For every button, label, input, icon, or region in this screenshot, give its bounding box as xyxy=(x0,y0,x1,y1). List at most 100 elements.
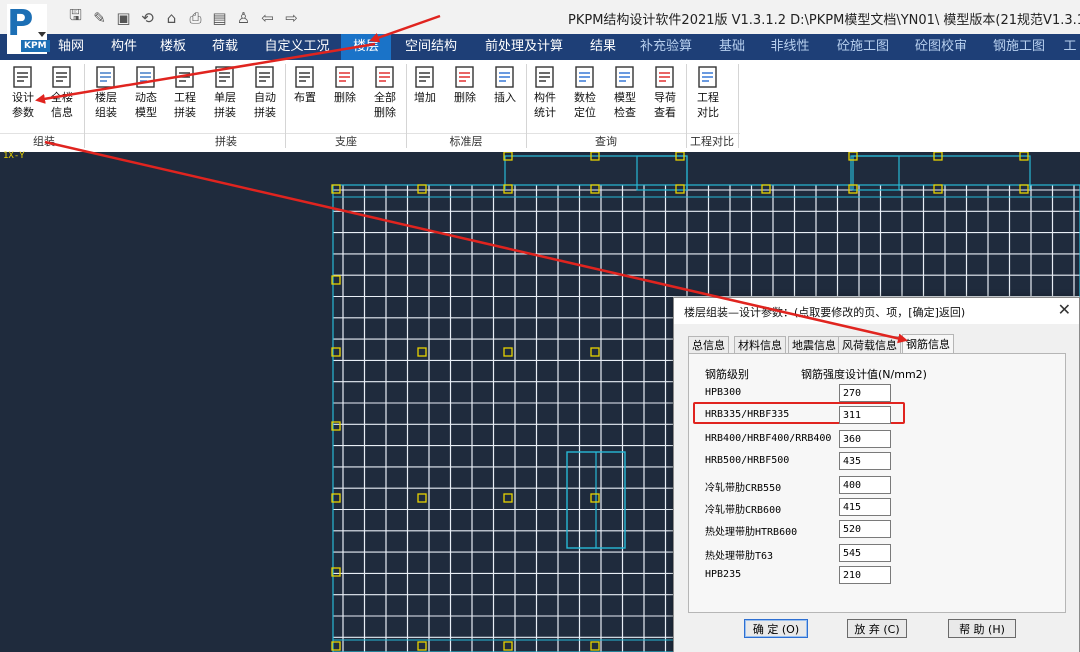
column-node xyxy=(590,493,600,503)
title-bar: 🖫 ✎ ▣ ⟲ ⌂ ⎙ ▤ ♙ ⇦ ⇨ PKPM结构设计软件2021版 V1.3.1.2 D:\P… xyxy=(0,0,1080,34)
menu-item-10[interactable]: 基础 xyxy=(707,34,757,60)
design-params-icon xyxy=(10,64,36,90)
rebar-strength-input[interactable]: 545 xyxy=(839,544,891,562)
ribbon-button-14[interactable]: 数检 定位 xyxy=(566,60,604,132)
save-all-icon[interactable]: ▣ xyxy=(114,8,133,27)
rebar-grade-label: 冷轧带肋CRB600 xyxy=(705,505,782,516)
print-icon[interactable]: ⎙ xyxy=(186,8,205,27)
ribbon-button-15[interactable]: 模型 检查 xyxy=(606,60,644,132)
menu-item-6[interactable]: 空间结构 xyxy=(396,34,466,60)
dialog-title: 楼层组装—设计参数：(点取要修改的页、项，[确定]返回) xyxy=(684,306,966,319)
menu-item-13[interactable]: 砼图校审 xyxy=(903,34,979,60)
save-as-icon[interactable]: ✎ xyxy=(90,8,109,27)
ribbon-button-label: 对比 xyxy=(697,106,719,119)
tab-4[interactable]: 钢筋信息 xyxy=(902,334,954,354)
cancel-button[interactable]: 放 弃 (C) xyxy=(847,619,907,638)
rebar-strength-input[interactable]: 435 xyxy=(839,452,891,470)
ribbon-button-1[interactable]: 全楼 信息 xyxy=(43,60,81,132)
menu-item-14[interactable]: 钢施工图 xyxy=(982,34,1056,60)
ribbon-group-label: 工程对比 xyxy=(690,135,734,148)
tab-2[interactable]: 地震信息 xyxy=(788,336,840,354)
menu-item-5[interactable]: 楼层 xyxy=(341,34,391,60)
ribbon-button-label: 数检 xyxy=(574,91,596,104)
ribbon-button-label: 工程 xyxy=(174,91,196,104)
project-compare-icon xyxy=(695,64,721,90)
ribbon-button-2[interactable]: 楼层 组装 xyxy=(87,60,125,132)
rebar-strength-input[interactable]: 360 xyxy=(839,430,891,448)
ribbon-button-17[interactable]: 工程 对比 xyxy=(689,60,727,132)
menu-item-15[interactable]: 工 xyxy=(1060,34,1080,60)
back-icon[interactable]: ⇦ xyxy=(258,8,277,27)
tab-3[interactable]: 风荷载信息 xyxy=(838,336,901,354)
ribbon-button-label: 楼层 xyxy=(95,91,117,104)
close-icon[interactable]: ✕ xyxy=(1058,300,1071,319)
book-icon[interactable]: ▤ xyxy=(210,8,229,27)
menu-item-11[interactable]: 非线性 xyxy=(759,34,821,60)
ribbon-button-label: 删除 xyxy=(334,91,356,104)
save-icon[interactable]: 🖫 xyxy=(66,6,85,27)
ribbon-button-11[interactable]: 删除 xyxy=(446,60,484,132)
home-icon[interactable]: ⌂ xyxy=(162,8,181,27)
column-node xyxy=(590,347,600,357)
menu-item-4[interactable]: 自定义工况 xyxy=(256,34,338,60)
ribbon-button-8[interactable]: 删除 xyxy=(326,60,364,132)
rebar-info-panel: 钢筋级别 钢筋强度设计值(N/mm2) HPB300 270 HRB335/HRBF… xyxy=(688,353,1066,613)
ribbon-button-16[interactable]: 导荷 查看 xyxy=(646,60,684,132)
tab-0[interactable]: 总信息 xyxy=(688,336,729,354)
ribbon: 设计 参数 全楼 信息 楼层 组装 动态 模型 工程 拼装 单层 拼装 自动 拼装 布置 删除 全部 删除 增加 删除… xyxy=(0,60,1080,153)
rebar-strength-input[interactable]: 270 xyxy=(839,384,891,402)
ribbon-button-label: 查看 xyxy=(654,106,676,119)
ribbon-button-9[interactable]: 全部 删除 xyxy=(366,60,404,132)
window-title: PKPM结构设计软件2021版 V1.3.1.2 D:\PKPM模型文档\YN0… xyxy=(568,13,1080,28)
history-icon[interactable]: ⟲ xyxy=(138,8,157,27)
column-node xyxy=(590,641,600,651)
ribbon-button-10[interactable]: 增加 xyxy=(406,60,444,132)
ribbon-button-label: 设计 xyxy=(12,91,34,104)
menu-item-1[interactable]: 构件 xyxy=(101,34,147,60)
tab-1[interactable]: 材料信息 xyxy=(734,336,786,354)
rebar-grade-label: HRB400/HRBF400/RRB400 xyxy=(705,433,832,444)
ribbon-button-0[interactable]: 设计 参数 xyxy=(4,60,42,132)
ribbon-button-label: 单层 xyxy=(214,91,236,104)
menu-item-7[interactable]: 前处理及计算 xyxy=(476,34,572,60)
ribbon-group-separator xyxy=(84,64,85,148)
menu-item-2[interactable]: 楼板 xyxy=(150,34,196,60)
rebar-strength-input[interactable]: 520 xyxy=(839,520,891,538)
rebar-grade-label: 冷轧带肋CRB550 xyxy=(705,483,782,494)
ribbon-button-7[interactable]: 布置 xyxy=(286,60,324,132)
ribbon-button-5[interactable]: 单层 拼装 xyxy=(206,60,244,132)
rebar-grade-label: HRB500/HRBF500 xyxy=(705,455,790,466)
load-view-icon xyxy=(652,64,678,90)
ribbon-button-3[interactable]: 动态 模型 xyxy=(127,60,165,132)
user-icon[interactable]: ♙ xyxy=(234,8,253,27)
ok-button[interactable]: 确 定 (O) xyxy=(744,619,808,638)
rebar-grade-label: 热处理带肋HTRB600 xyxy=(705,527,798,538)
logo-dropdown-icon[interactable] xyxy=(38,32,46,37)
ribbon-button-label: 模型 xyxy=(135,106,157,119)
menu-item-0[interactable]: 轴网 xyxy=(48,34,94,60)
help-button[interactable]: 帮 助 (H) xyxy=(948,619,1016,638)
logo-letter: P xyxy=(7,3,34,44)
column-node xyxy=(417,493,427,503)
ribbon-button-4[interactable]: 工程 拼装 xyxy=(166,60,204,132)
ribbon-button-6[interactable]: 自动 拼装 xyxy=(246,60,284,132)
ribbon-button-13[interactable]: 构件 统计 xyxy=(526,60,564,132)
ribbon-button-label: 模型 xyxy=(614,91,636,104)
pkpm-logo[interactable]: P KPM xyxy=(7,3,50,54)
column-node xyxy=(417,184,427,194)
menu-item-8[interactable]: 结果 xyxy=(576,34,630,60)
rebar-strength-input[interactable]: 311 xyxy=(839,406,891,424)
menu-item-12[interactable]: 砼施工图 xyxy=(826,34,900,60)
project-splice-icon xyxy=(172,64,198,90)
rebar-strength-input[interactable]: 400 xyxy=(839,476,891,494)
menu-item-3[interactable]: 荷载 xyxy=(202,34,248,60)
menu-item-9[interactable]: 补充验算 xyxy=(630,34,702,60)
ribbon-button-label: 组装 xyxy=(95,106,117,119)
ribbon-group-label: 组装 xyxy=(33,135,55,148)
rebar-strength-input[interactable]: 210 xyxy=(839,566,891,584)
logo-sub: KPM xyxy=(21,40,50,52)
floor-assemble-icon xyxy=(93,64,119,90)
rebar-strength-input[interactable]: 415 xyxy=(839,498,891,516)
ribbon-button-12[interactable]: 插入 xyxy=(486,60,524,132)
forward-icon[interactable]: ⇨ xyxy=(282,8,301,27)
